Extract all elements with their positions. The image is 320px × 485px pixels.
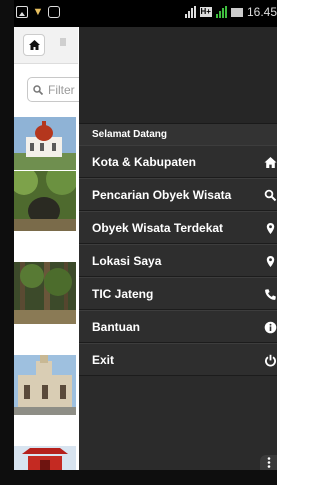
home-icon: [264, 157, 277, 168]
power-icon: [265, 354, 276, 367]
forest-photo: [14, 262, 76, 324]
list-item-thumbnail[interactable]: [14, 262, 76, 324]
app-header: [14, 27, 78, 64]
menu-item-pencarian[interactable]: Pencarian Obyek Wisata: [79, 178, 277, 211]
signal-icon: [184, 6, 196, 18]
home-icon: [28, 40, 40, 50]
navigation-drawer: Selamat Datang Kota & Kabupaten Pencaria…: [79, 27, 277, 470]
search-icon: [33, 84, 43, 95]
search-icon: [264, 189, 277, 202]
drawer-heading: Selamat Datang: [79, 123, 277, 145]
network-type-icon: H+: [199, 7, 212, 17]
notification-icons: ▼: [16, 6, 60, 18]
status-bar: ▼ H+ 16.45: [14, 0, 277, 27]
menu-item-label: Pencarian Obyek Wisata: [92, 187, 232, 202]
menu-item-label: Lokasi Saya: [92, 253, 162, 268]
overflow-dots-icon: [267, 457, 270, 468]
church-photo: [14, 117, 76, 170]
phone-icon: [265, 289, 276, 300]
status-indicators: H+ 16.45: [184, 5, 277, 19]
menu-item-label: TIC Jateng: [92, 286, 154, 301]
search-input[interactable]: Filter: [27, 77, 87, 102]
menu-item-bantuan[interactable]: Bantuan: [79, 310, 277, 343]
map-pin-icon: [266, 223, 275, 234]
menu-item-label: Exit: [92, 352, 115, 367]
building-photo: [14, 355, 76, 415]
info-icon: [264, 321, 277, 334]
menu-item-tic-jateng[interactable]: TIC Jateng: [79, 277, 277, 310]
wifi-notification-icon: ▼: [32, 6, 44, 18]
list-item-thumbnail[interactable]: [14, 117, 76, 170]
location-pin-icon: [266, 256, 275, 267]
menu-item-terdekat[interactable]: Obyek Wisata Terdekat: [79, 211, 277, 244]
phone-bezel-left: [0, 0, 14, 485]
list-item-thumbnail[interactable]: [14, 446, 76, 470]
signal-strength-icon: [215, 6, 227, 18]
battery-icon: [230, 7, 243, 17]
menu-item-label: Bantuan: [92, 319, 140, 334]
menu-item-kota-kabupaten[interactable]: Kota & Kabupaten: [79, 145, 277, 178]
temple-photo: [14, 446, 76, 470]
overflow-menu-button[interactable]: [260, 455, 277, 470]
faded-header-icon: [60, 38, 66, 46]
cave-photo: [14, 171, 76, 231]
list-item-thumbnail[interactable]: [14, 171, 76, 231]
list-item-thumbnail[interactable]: [14, 355, 76, 415]
search-placeholder: Filter: [48, 82, 75, 97]
menu-item-label: Obyek Wisata Terdekat: [92, 220, 224, 235]
drawer-header-area: [79, 27, 277, 123]
menu-item-lokasi-saya[interactable]: Lokasi Saya: [79, 244, 277, 277]
clock: 16.45: [246, 5, 277, 19]
home-button[interactable]: [23, 34, 45, 56]
menu-item-exit[interactable]: Exit: [79, 343, 277, 376]
gallery-notification-icon: [16, 6, 28, 18]
phone-bezel-bottom: [0, 470, 277, 485]
message-notification-icon: [48, 6, 60, 18]
menu-item-label: Kota & Kabupaten: [92, 154, 197, 169]
